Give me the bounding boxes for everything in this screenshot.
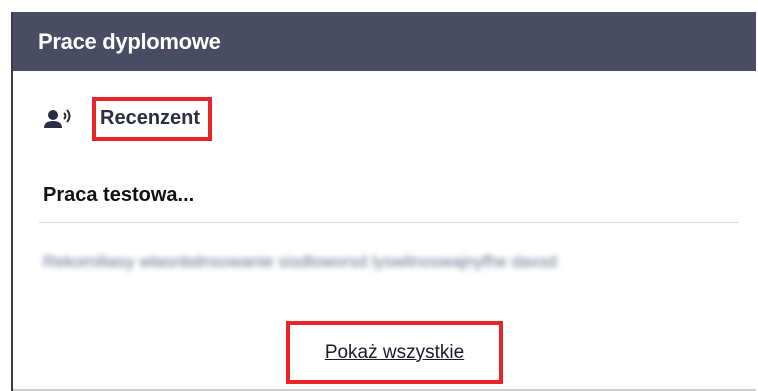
blurred-description: Rekomiliasy wlasnbdnsowanie sisdloworsd … — [43, 252, 558, 271]
thesis-title[interactable]: Praca testowa... — [43, 184, 194, 207]
panel-header: Prace dyplomowe — [13, 12, 756, 71]
divider — [39, 222, 739, 223]
role-highlight: Recenzent — [92, 97, 213, 141]
show-all-link[interactable]: Pokaż wszystkie — [325, 342, 464, 364]
role-row: Recenzent — [43, 97, 213, 141]
show-all-highlight: Pokaż wszystkie — [286, 321, 503, 384]
speaking-person-icon — [43, 108, 73, 130]
panel-title: Prace dyplomowe — [38, 29, 221, 54]
role-label: Recenzent — [100, 107, 201, 129]
theses-panel: Prace dyplomowe Recenzent Praca testowa.… — [11, 12, 756, 391]
